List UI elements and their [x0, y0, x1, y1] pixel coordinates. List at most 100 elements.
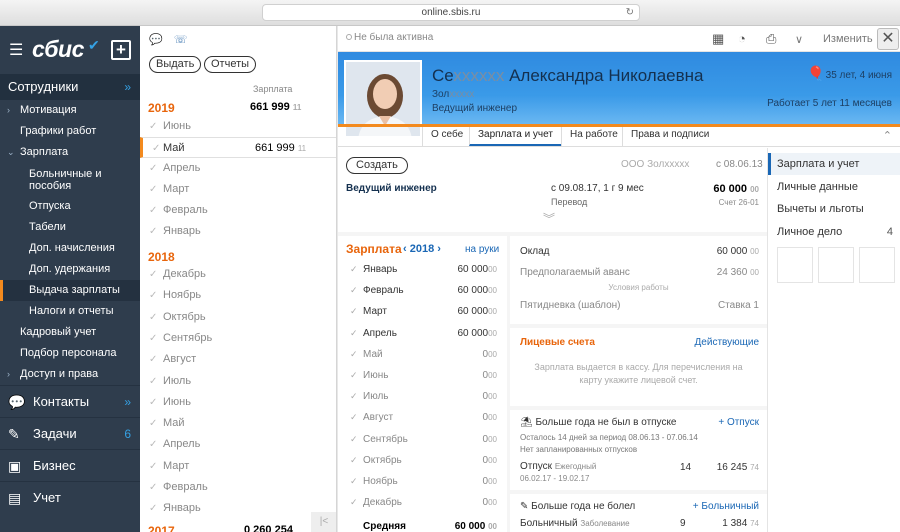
month-row[interactable]: ✓ Март — [140, 456, 336, 477]
nav-item[interactable]: Налоги и отчеты — [0, 301, 140, 322]
add-sick-leave-button[interactable]: + Больничный — [693, 501, 759, 512]
collapse-panel-button[interactable]: |< — [311, 512, 336, 532]
schedule-label[interactable]: Пятидневка (шаблон) — [520, 300, 621, 311]
salary-month-row[interactable]: ✓ Январь 60 00000 — [338, 259, 507, 280]
nav-section[interactable]: ▤ Учет — [0, 481, 140, 513]
card-section-item[interactable]: Зарплата и учет — [768, 153, 900, 175]
year-2018[interactable]: 2018 — [148, 250, 175, 264]
document-tile[interactable] — [777, 247, 813, 283]
nav-item-label: Доп. удержания — [29, 263, 111, 275]
collapse-header-icon[interactable]: ⌃ — [883, 129, 892, 142]
month-row[interactable]: ✓ Ноябрь — [140, 285, 336, 306]
nav-item[interactable]: Доп. удержания — [0, 259, 140, 280]
comment-icon[interactable]: 💬 — [149, 34, 163, 46]
phone-icon[interactable]: ☏ — [174, 34, 188, 46]
nav-item[interactable]: Больничные и пособия — [0, 163, 140, 196]
month-row[interactable]: ✓ Апрель — [140, 158, 336, 179]
salary-month-row[interactable]: ✓ Июль 000 — [338, 386, 507, 407]
close-icon[interactable]: ✕ — [877, 28, 899, 50]
net-pay-toggle[interactable]: на руки — [465, 244, 499, 255]
logo[interactable]: сбис — [32, 36, 84, 63]
salary-month-row[interactable]: ✓ Март 60 00000 — [338, 301, 507, 322]
card-section-item[interactable]: Вычеты и льготы — [768, 198, 900, 220]
month-row[interactable]: ✓ Апрель — [140, 434, 336, 455]
month-row[interactable]: ✓ Январь — [140, 498, 336, 519]
employer-name[interactable]: ООО Золххххх — [621, 159, 689, 170]
tab-about[interactable]: О себе — [422, 127, 471, 146]
print-icon[interactable]: ⎙ — [766, 31, 776, 47]
salary-month-row[interactable]: ✓ Февраль 60 00000 — [338, 280, 507, 301]
nav-item[interactable]: Подбор персонала — [0, 343, 140, 364]
reports-button[interactable]: Отчеты — [204, 56, 257, 73]
nav-item[interactable]: › Доступ и права — [0, 364, 140, 385]
salary-month-row[interactable]: ✓ Май 000 — [338, 344, 507, 365]
salary-month-label: Апрель — [363, 327, 397, 339]
nav-item[interactable]: › Мотивация — [0, 100, 140, 121]
salary-month-row[interactable]: ✓ Декабрь 000 — [338, 492, 507, 513]
create-button[interactable]: Создать — [346, 157, 408, 174]
nav-section[interactable]: 💬 Контакты » — [0, 385, 140, 417]
sick-leave-record[interactable]: Больничный Заболевание — [520, 518, 630, 529]
expand-chevrons-icon[interactable]: ︾ — [543, 210, 555, 227]
address-bar[interactable]: online.sbis.ru ↻ — [262, 4, 640, 21]
nav-item[interactable]: Графики работ — [0, 121, 140, 142]
year-2017[interactable]: 2017 — [148, 524, 175, 532]
month-row[interactable]: ✓ Январь — [140, 221, 336, 242]
card-section-item[interactable]: Личные данные — [768, 176, 900, 198]
month-row[interactable]: ✓ Февраль — [140, 200, 336, 221]
tab-rights[interactable]: Права и подписи — [622, 127, 717, 146]
position-title[interactable]: Ведущий инженер — [346, 183, 437, 194]
nav-item[interactable]: ⌄ Зарплата — [0, 142, 140, 163]
month-row[interactable]: ✓ Октябрь — [140, 307, 336, 328]
double-chevron-icon[interactable]: » — [124, 74, 131, 100]
add-vacation-button[interactable]: + Отпуск — [718, 417, 759, 428]
month-row[interactable]: ✓ Май — [140, 413, 336, 434]
chevron-down-icon[interactable]: ∨ — [795, 33, 803, 46]
tab-salary[interactable]: Зарплата и учет — [469, 127, 561, 146]
document-tile[interactable] — [859, 247, 895, 283]
document-tile[interactable] — [818, 247, 854, 283]
issue-button[interactable]: Выдать — [149, 56, 202, 73]
nav-item[interactable]: Выдача зарплаты — [0, 280, 140, 301]
reload-icon[interactable]: ↻ — [626, 5, 634, 20]
month-row[interactable]: ✓ Июль — [140, 371, 336, 392]
salary-month-label: Октябрь — [363, 454, 402, 466]
tab-work[interactable]: На работе — [561, 127, 626, 146]
month-row[interactable]: ✓ Июнь — [140, 392, 336, 413]
salary-month-row[interactable]: ✓ Ноябрь 000 — [338, 471, 507, 492]
accounts-active-link[interactable]: Действующие — [695, 337, 759, 348]
card-section-item[interactable]: Личное дело 4 — [768, 221, 900, 243]
nav-section[interactable]: ▣ Бизнес — [0, 449, 140, 481]
salary-month-row[interactable]: ✓ Июнь 000 — [338, 365, 507, 386]
salary-month-row[interactable]: ✓ Сентябрь 000 — [338, 429, 507, 450]
month-row[interactable]: ✓ Декабрь — [140, 264, 336, 285]
salary-month-row[interactable]: ✓ Апрель 60 00000 — [338, 323, 507, 344]
nav-item[interactable]: Отпуска — [0, 196, 140, 217]
month-row[interactable]: ✓ Июнь — [140, 116, 336, 137]
nav-item[interactable]: Табели — [0, 217, 140, 238]
salary-month-row[interactable]: ✓ Октябрь 000 — [338, 450, 507, 471]
salary-value-dec: 00 — [488, 286, 497, 296]
rss-icon[interactable]: ◔ — [738, 31, 746, 46]
create-plus-button[interactable]: + — [111, 40, 131, 60]
year-2019[interactable]: 2019 — [148, 101, 175, 115]
nav-section[interactable]: ✎ Задачи 6 — [0, 417, 140, 449]
accounts-title: Лицевые счета — [520, 337, 595, 348]
salary-month-row[interactable]: ✓ Август 000 — [338, 407, 507, 428]
menu-icon[interactable]: ☰ — [9, 40, 23, 60]
month-row[interactable]: ✓ Февраль — [140, 477, 336, 498]
month-row[interactable]: ✓ Март — [140, 179, 336, 200]
section-employees[interactable]: Сотрудники » — [0, 74, 140, 100]
month-row[interactable]: ✓ Сентябрь — [140, 328, 336, 349]
calculator-icon[interactable]: ▦ — [712, 31, 724, 47]
employee-organization[interactable]: Золххххх — [432, 89, 474, 100]
month-row[interactable]: ✓ Май 661 999 11 — [140, 137, 336, 158]
nav-item[interactable]: Кадровый учет — [0, 322, 140, 343]
salary-year-switcher[interactable]: ‹ 2018 › — [403, 243, 441, 255]
average-label: Средняя — [363, 521, 406, 532]
vacation-record[interactable]: Отпуск Ежегодный — [520, 461, 596, 472]
edit-button[interactable]: Изменить — [823, 33, 873, 45]
employee-age: 35 лет, 4 июня — [825, 70, 892, 81]
nav-item[interactable]: Доп. начисления — [0, 238, 140, 259]
month-row[interactable]: ✓ Август — [140, 349, 336, 370]
